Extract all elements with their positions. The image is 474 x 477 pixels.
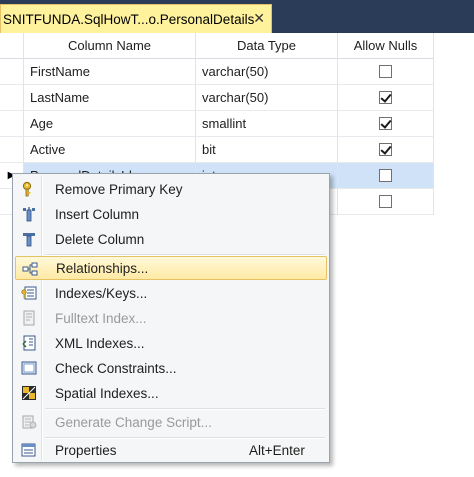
table-row[interactable]: LastName varchar(50) — [0, 85, 434, 111]
menu-item-label: Fulltext Index... — [55, 310, 147, 326]
insert-column-icon — [23, 207, 35, 222]
menu-item-label: XML Indexes... — [55, 335, 145, 351]
menu-item-remove-primary-key[interactable]: Remove Primary Key — [15, 177, 327, 201]
table-row[interactable]: Age smallint — [0, 111, 434, 137]
data-type-header[interactable]: Data Type — [196, 33, 338, 59]
fulltext-index-icon — [23, 310, 35, 326]
delete-column-icon — [23, 233, 35, 247]
indexes-keys-icon — [21, 286, 37, 300]
row-selector-header — [0, 33, 24, 59]
menu-item-label: Relationships... — [56, 260, 149, 276]
data-type-cell[interactable]: smallint — [196, 111, 338, 137]
allow-nulls-checkbox[interactable] — [379, 91, 392, 104]
properties-icon — [21, 443, 36, 457]
column-name-cell[interactable]: Age — [24, 111, 196, 137]
menu-item-shortcut: Alt+Enter — [249, 442, 305, 458]
allow-nulls-checkbox[interactable] — [379, 169, 392, 182]
menu-item-label: Check Constraints... — [55, 360, 177, 376]
row-selector[interactable] — [0, 111, 24, 137]
allow-nulls-checkbox[interactable] — [379, 65, 392, 78]
allow-nulls-checkbox[interactable] — [379, 195, 392, 208]
menu-item-label: Insert Column — [55, 206, 140, 222]
menu-item-label: Delete Column — [55, 231, 145, 247]
menu-item-indexes-keys[interactable]: Indexes/Keys... — [15, 281, 327, 305]
tab-title: SNITFUNDA.SqlHowT...o.PersonalDetails — [3, 11, 255, 27]
relationships-icon — [22, 262, 38, 276]
data-type-cell[interactable]: varchar(50) — [196, 85, 338, 111]
menu-item-label: Spatial Indexes... — [55, 385, 159, 401]
menu-item-label: Generate Change Script... — [55, 414, 212, 430]
allow-nulls-header[interactable]: Allow Nulls — [338, 33, 434, 59]
column-name-cell[interactable]: FirstName — [24, 59, 196, 85]
document-tab[interactable]: SNITFUNDA.SqlHowT...o.PersonalDetails ✕ — [0, 4, 272, 33]
data-type-cell[interactable]: varchar(50) — [196, 59, 338, 85]
menu-item-relationships[interactable]: Relationships... — [15, 256, 327, 280]
menu-item-spatial-indexes[interactable]: Spatial Indexes... — [15, 381, 327, 405]
allow-nulls-checkbox[interactable] — [379, 117, 392, 130]
row-selector[interactable] — [0, 137, 24, 163]
column-name-cell[interactable]: LastName — [24, 85, 196, 111]
menu-item-generate-change-script[interactable]: Generate Change Script... — [15, 410, 327, 434]
data-type-cell[interactable]: bit — [196, 137, 338, 163]
grid-header-row: Column Name Data Type Allow Nulls — [0, 33, 434, 59]
document-tab-strip: SNITFUNDA.SqlHowT...o.PersonalDetails ✕ — [0, 0, 474, 33]
generate-script-icon — [22, 415, 37, 429]
column-name-cell[interactable]: Active — [24, 137, 196, 163]
menu-item-xml-indexes[interactable]: XML Indexes... — [15, 331, 327, 355]
row-selector[interactable] — [0, 59, 24, 85]
key-icon — [22, 181, 32, 197]
menu-item-insert-column[interactable]: Insert Column — [15, 202, 327, 226]
table-row[interactable]: FirstName varchar(50) — [0, 59, 434, 85]
menu-item-check-constraints[interactable]: Check Constraints... — [15, 356, 327, 380]
menu-item-label: Properties — [55, 442, 117, 458]
menu-item-label: Remove Primary Key — [55, 181, 183, 197]
menu-item-label: Indexes/Keys... — [55, 285, 148, 301]
close-icon[interactable]: ✕ — [253, 9, 265, 27]
xml-indexes-icon — [22, 335, 36, 351]
menu-item-properties[interactable]: Properties Alt+Enter — [15, 438, 327, 462]
context-menu: Remove Primary Key Insert Column Delete … — [12, 173, 330, 463]
menu-item-fulltext-index[interactable]: Fulltext Index... — [15, 306, 327, 330]
menu-item-delete-column[interactable]: Delete Column — [15, 227, 327, 251]
table-row[interactable]: Active bit — [0, 137, 434, 163]
check-constraints-icon — [21, 361, 37, 375]
spatial-indexes-icon — [22, 386, 36, 400]
allow-nulls-checkbox[interactable] — [379, 143, 392, 156]
row-selector[interactable] — [0, 85, 24, 111]
column-name-header[interactable]: Column Name — [24, 33, 196, 59]
